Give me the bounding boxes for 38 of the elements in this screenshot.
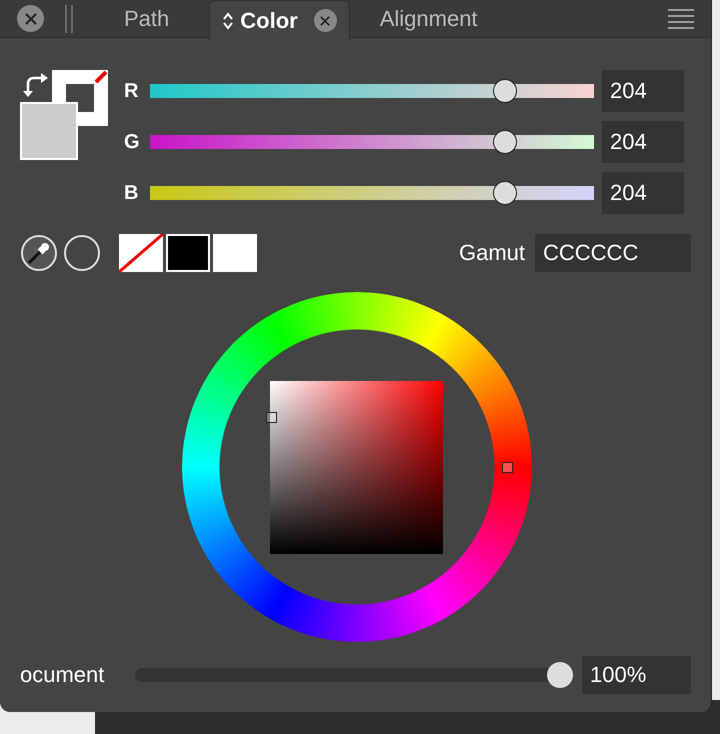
value-field[interactable]: 204 [602, 172, 684, 214]
saturation-square[interactable] [270, 381, 443, 554]
channel-label: G [124, 130, 141, 154]
circle-button[interactable] [64, 235, 100, 271]
channel-label: R [124, 80, 140, 102]
tab[interactable]: Color [209, 0, 350, 40]
value-field[interactable]: 204 [602, 70, 684, 112]
tab[interactable]: Alignment [368, 0, 490, 37]
color-swatch[interactable] [213, 234, 257, 272]
close-icon [320, 16, 330, 26]
eyedropper-button[interactable] [21, 235, 57, 271]
tab[interactable]: Path [112, 0, 182, 37]
value-field[interactable]: 204 [602, 121, 684, 163]
channel-label: B [124, 182, 140, 204]
color-swatch[interactable] [166, 234, 210, 272]
close-icon [24, 12, 36, 24]
opacity-field[interactable]: 100% [582, 656, 691, 694]
tab-label: Color [240, 8, 298, 34]
fill-swatch[interactable] [20, 102, 78, 160]
hue-marker[interactable] [502, 462, 513, 473]
updown-icon [222, 10, 234, 30]
opacity-label: ocument [20, 662, 106, 688]
eyedropper-icon [26, 240, 52, 266]
no-color-swatch[interactable] [119, 234, 163, 272]
square-marker[interactable] [266, 412, 277, 423]
slider-thumb[interactable] [493, 181, 518, 205]
grip-icon [64, 4, 74, 32]
tab-label: Alignment [380, 6, 478, 32]
hex-label: Gamut [458, 240, 525, 266]
hex-field[interactable]: CCCCCC [535, 234, 691, 272]
menu-icon[interactable] [668, 8, 694, 30]
tab-label: Path [124, 6, 170, 32]
slider-thumb[interactable] [493, 130, 518, 154]
slider-thumb[interactable] [493, 79, 518, 103]
swap-icon[interactable] [22, 72, 50, 98]
slider-thumb[interactable] [547, 662, 573, 688]
close-button[interactable] [17, 5, 44, 32]
close-tab-button[interactable] [314, 9, 337, 32]
